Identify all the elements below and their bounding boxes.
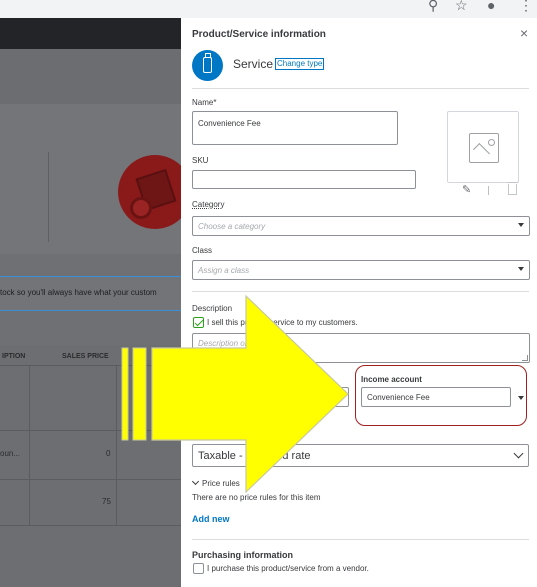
service-bottle-icon [192,50,223,81]
purchase-checkbox-label: I purchase this product/service from a v… [207,564,369,573]
chevron-down-icon [513,448,524,459]
category-placeholder: Choose a category [198,222,266,231]
chevron-down-icon [518,267,524,271]
chevron-down-icon [518,223,524,227]
sell-checkbox-label: I sell this product/service to my custom… [207,318,358,327]
account-icon[interactable]: ● [487,0,495,13]
income-account-select[interactable]: Convenience Fee [361,387,511,407]
class-placeholder: Assign a class [198,266,250,275]
stock-banner: tock so you'll always have what your cus… [0,276,181,311]
divider [192,539,529,540]
purchase-checkbox[interactable] [193,563,204,574]
income-account-label: Income account [361,375,422,384]
caret-down-icon [191,477,200,486]
category-select[interactable]: Choose a category [192,216,530,236]
pencil-icon[interactable]: ✎ [462,183,471,196]
item-type-label: Service [233,57,274,71]
divider [192,291,529,292]
name-field[interactable]: Convenience Fee [192,111,398,145]
sales-tax-value: Taxable - standard rate [198,450,311,462]
resize-grip-icon[interactable] [522,355,528,361]
sell-checkbox[interactable] [193,317,204,328]
price-rules-toggle[interactable]: Price rules [191,477,240,488]
sales-description-placeholder: Description on sales forms [198,339,293,348]
col-header-description: IPTION [2,353,26,360]
col-header-sales-price: SALES PRICE [62,353,109,360]
income-account-value: Convenience Fee [367,393,430,402]
product-service-panel: Product/Service information × Service Ch… [181,18,537,587]
divider [192,88,529,89]
category-label: Category [192,200,225,209]
sales-tax-select[interactable]: Taxable - standard rate [192,444,529,467]
sku-label: SKU [192,156,209,165]
sales-description-field[interactable]: Description on sales forms [192,333,530,363]
close-icon[interactable]: × [520,25,528,41]
table-cell-description: oun... [0,449,21,458]
banner-text: tock so you'll always have what your cus… [0,288,157,297]
products-table: IPTION SALES PRICE oun... 0 75 [0,345,181,587]
purchasing-title: Purchasing information [192,550,294,560]
image-placeholder-icon [469,133,499,163]
description-label: Description [192,304,233,313]
sku-field[interactable] [192,170,416,189]
zoom-icon[interactable]: ⚲ [428,0,438,14]
app-top-bar [0,18,181,49]
add-new-link[interactable]: Add new [192,514,230,524]
card-divider [48,152,49,242]
class-label: Class [192,246,213,255]
browser-toolbar: ⚲ ☆ ● ⋮ [0,0,537,18]
price-rules-label: Price rules [202,479,240,488]
app-header [0,49,181,104]
class-select[interactable]: Assign a class [192,260,530,280]
star-icon[interactable]: ☆ [455,0,468,14]
chevron-down-icon[interactable] [518,396,524,400]
panel-title: Product/Service information [192,29,326,40]
price-rules-empty: There are no price rules for this item [192,493,321,502]
name-label: Name* [192,98,217,107]
icon-separator [488,186,489,195]
menu-dots-icon[interactable]: ⋮ [519,0,533,14]
table-cell-price: 75 [102,497,111,506]
sales-price-field[interactable]: 0 [281,387,349,407]
trash-icon[interactable] [507,182,518,195]
change-type-link[interactable]: Change type [275,58,325,70]
image-upload[interactable] [447,111,519,183]
table-cell-price: 0 [106,449,111,458]
